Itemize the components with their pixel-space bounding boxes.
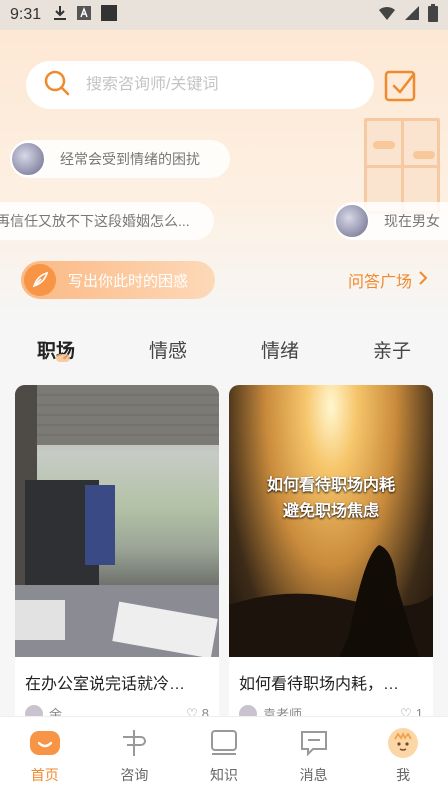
battery-icon — [428, 3, 438, 27]
app-a-icon — [77, 5, 92, 25]
window-decoration — [364, 118, 440, 214]
question-bubble[interactable]: 再信任又放不下这段婚姻怎么... — [0, 202, 214, 240]
nav-profile[interactable]: 我 — [358, 717, 448, 797]
edit-button[interactable] — [384, 68, 418, 102]
bubble-text: 经常会受到情绪的困扰 — [60, 151, 200, 167]
search-input[interactable] — [86, 76, 346, 94]
nav-consult-label: 咨询 — [120, 767, 149, 783]
article-image: 如何看待职场内耗 避免职场焦虑 — [229, 385, 433, 657]
download-icon — [53, 5, 67, 26]
profile-icon — [387, 727, 419, 759]
chevron-right-icon — [418, 270, 428, 291]
search-bar[interactable] — [26, 61, 374, 109]
nav-consult[interactable]: 咨询 — [90, 717, 180, 797]
feather-pen-icon — [24, 264, 56, 296]
category-tabs: 职场 情感 情绪 亲子 — [0, 330, 448, 374]
bubble-text: 现在男女 — [384, 213, 440, 229]
knowledge-icon — [208, 727, 240, 759]
nav-message-label: 消息 — [299, 767, 328, 783]
wifi-icon — [378, 5, 396, 26]
nav-home[interactable]: 首页 — [0, 717, 90, 797]
article-card[interactable]: 在办公室说完话就冷… 余… ♡ 8 — [15, 385, 219, 725]
avatar — [334, 203, 370, 239]
tab-workplace[interactable]: 职场 — [0, 330, 112, 374]
nav-knowledge[interactable]: 知识 — [179, 717, 269, 797]
bubble-text: 再信任又放不下这段婚姻怎么... — [0, 213, 190, 229]
nav-knowledge-label: 知识 — [209, 767, 238, 783]
status-time: 9:31 — [10, 6, 42, 23]
qa-square-label: 问答广场 — [347, 274, 412, 291]
article-card[interactable]: 如何看待职场内耗 避免职场焦虑 如何看待职场内耗，… 袁老师 ♡ 1 — [229, 385, 433, 725]
signal-icon — [404, 5, 420, 26]
nav-home-label: 首页 — [30, 767, 59, 783]
question-bubble[interactable]: 经常会受到情绪的困扰 — [10, 140, 230, 178]
write-question-button[interactable]: 写出你此时的困惑 — [21, 261, 215, 299]
question-bubble[interactable]: 现在男女 — [334, 202, 448, 240]
bottom-navigation: 首页 咨询 知识 消息 我 — [0, 716, 448, 797]
home-header: 经常会受到情绪的困扰 再信任又放不下这段婚姻怎么... 现在男女 写出你此时的困… — [0, 30, 448, 320]
consult-icon — [118, 727, 150, 759]
tab-mood[interactable]: 情绪 — [224, 330, 336, 374]
edit-icon — [384, 70, 416, 102]
home-icon — [29, 727, 61, 759]
message-icon — [298, 727, 330, 759]
article-title: 如何看待职场内耗，… — [239, 676, 400, 693]
nav-message[interactable]: 消息 — [269, 717, 359, 797]
tab-parenting[interactable]: 亲子 — [336, 330, 448, 374]
write-question-label: 写出你此时的困惑 — [68, 272, 189, 290]
tab-emotion[interactable]: 情感 — [112, 330, 224, 374]
status-bar: 9:31 — [0, 0, 448, 30]
article-title: 在办公室说完话就冷… — [25, 676, 186, 693]
image-caption: 如何看待职场内耗 避免职场焦虑 — [266, 477, 395, 520]
app-square-icon — [101, 4, 118, 26]
nav-profile-label: 我 — [396, 767, 411, 783]
article-image — [15, 385, 219, 657]
avatar — [10, 141, 46, 177]
qa-square-link[interactable]: 问答广场 — [348, 268, 428, 292]
search-icon — [44, 70, 70, 101]
